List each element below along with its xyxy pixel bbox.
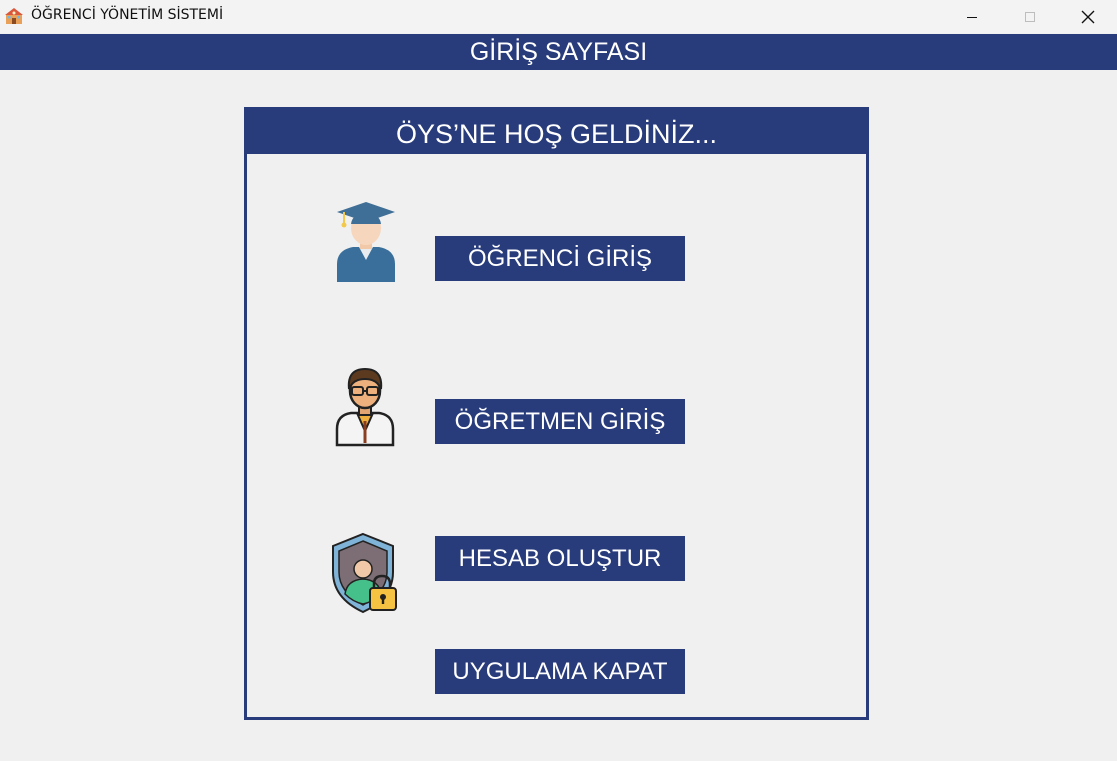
minimize-button[interactable] — [949, 0, 995, 33]
maximize-button[interactable] — [1007, 0, 1053, 33]
panel-title: ÖYS’NE HOŞ GELDİNİZ... — [247, 110, 866, 154]
school-building-icon — [5, 8, 23, 24]
close-app-button[interactable]: UYGULAMA KAPAT — [435, 649, 685, 694]
minimize-icon — [967, 16, 977, 18]
window-title: ÖĞRENCİ YÖNETİM SİSTEMİ — [31, 7, 224, 23]
student-login-button[interactable]: ÖĞRENCİ GİRİŞ — [435, 236, 685, 281]
shield-user-lock-icon — [332, 532, 397, 614]
teacher-login-button[interactable]: ÖĞRETMEN GİRİŞ — [435, 399, 685, 444]
window-titlebar: ÖĞRENCİ YÖNETİM SİSTEMİ — [0, 0, 1117, 33]
maximize-icon — [1025, 11, 1035, 22]
graduate-student-icon — [337, 202, 395, 282]
login-panel: ÖYS’NE HOŞ GELDİNİZ... ÖĞRENCİ GİRİŞ ÖĞR… — [244, 107, 869, 720]
page-title: GİRİŞ SAYFASI — [0, 34, 1117, 70]
teacher-icon — [335, 367, 395, 447]
close-button[interactable] — [1065, 0, 1111, 33]
close-icon — [1081, 10, 1095, 23]
create-account-button[interactable]: HESAB OLUŞTUR — [435, 536, 685, 581]
